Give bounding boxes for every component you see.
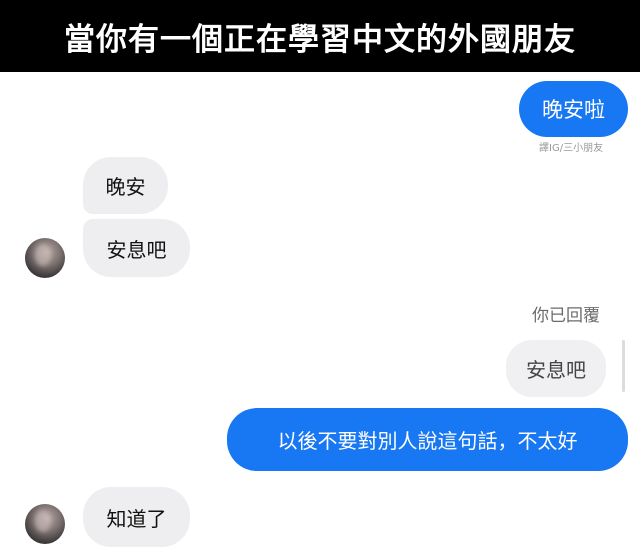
sent-message-bubble[interactable]: 晚安啦 — [519, 81, 628, 137]
quoted-reply-bubble[interactable]: 安息吧 — [506, 340, 606, 397]
received-message-text: 知道了 — [106, 506, 167, 531]
replied-label: 你已回覆 — [532, 306, 600, 326]
received-message-bubble[interactable]: 知道了 — [83, 487, 190, 547]
received-message-bubble[interactable]: 晚安 — [83, 157, 168, 214]
received-message-bubble[interactable]: 安息吧 — [83, 219, 190, 277]
contact-avatar[interactable] — [25, 504, 65, 544]
sent-message-bubble[interactable]: 以後不要對別人說這句話，不太好 — [227, 408, 628, 471]
sent-message-text: 以後不要對別人說這句話，不太好 — [277, 429, 578, 453]
scrollbar[interactable] — [622, 340, 625, 392]
sent-message-text: 晚安啦 — [542, 98, 605, 122]
meme-title-bar: 當你有一個正在學習中文的外國朋友 — [0, 0, 640, 72]
quoted-reply-text: 安息吧 — [526, 358, 586, 382]
contact-avatar[interactable] — [25, 238, 65, 278]
received-message-text: 晚安 — [105, 175, 146, 199]
watermark-credit: 譯IG/三小朋友 — [539, 143, 604, 154]
meme-title: 當你有一個正在學習中文的外國朋友 — [64, 21, 576, 58]
received-message-text: 安息吧 — [106, 237, 167, 262]
